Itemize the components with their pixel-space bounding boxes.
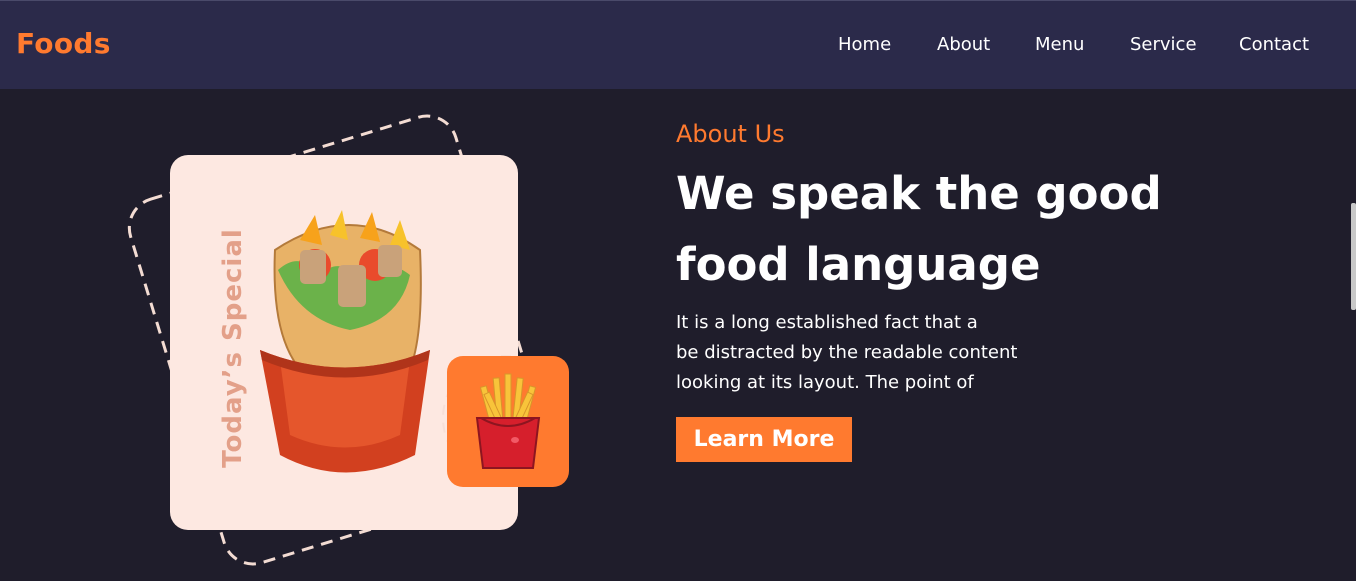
- featured-food-art: Today’s Special: [120, 110, 600, 580]
- about-description: It is a long established fact that a be …: [676, 308, 1096, 398]
- navbar: Foods Home About Menu Service Contact: [0, 0, 1356, 89]
- scrollbar-thumb[interactable]: [1351, 203, 1356, 310]
- nav-link-home[interactable]: Home: [838, 34, 891, 55]
- description-line: looking at its layout. The point of: [676, 372, 974, 393]
- headline-line-2: food language: [676, 238, 1041, 291]
- todays-special-label: Today’s Special: [218, 228, 248, 468]
- about-eyebrow: About Us: [676, 120, 785, 148]
- headline-line-1: We speak the good: [676, 167, 1162, 220]
- learn-more-button[interactable]: Learn More: [676, 417, 852, 462]
- fries-card: [447, 356, 569, 487]
- description-line: It is a long established fact that a: [676, 312, 978, 333]
- page-headline: We speak the good food language: [676, 158, 1236, 300]
- fries-icon: [475, 373, 541, 469]
- nav-link-menu[interactable]: Menu: [1035, 34, 1084, 55]
- nav-link-contact[interactable]: Contact: [1239, 34, 1309, 55]
- scrollbar[interactable]: [1350, 89, 1356, 581]
- nav-link-about[interactable]: About: [937, 34, 990, 55]
- description-line: be distracted by the readable content: [676, 342, 1018, 363]
- nav-link-service[interactable]: Service: [1130, 34, 1197, 55]
- brand-logo[interactable]: Foods: [16, 27, 111, 60]
